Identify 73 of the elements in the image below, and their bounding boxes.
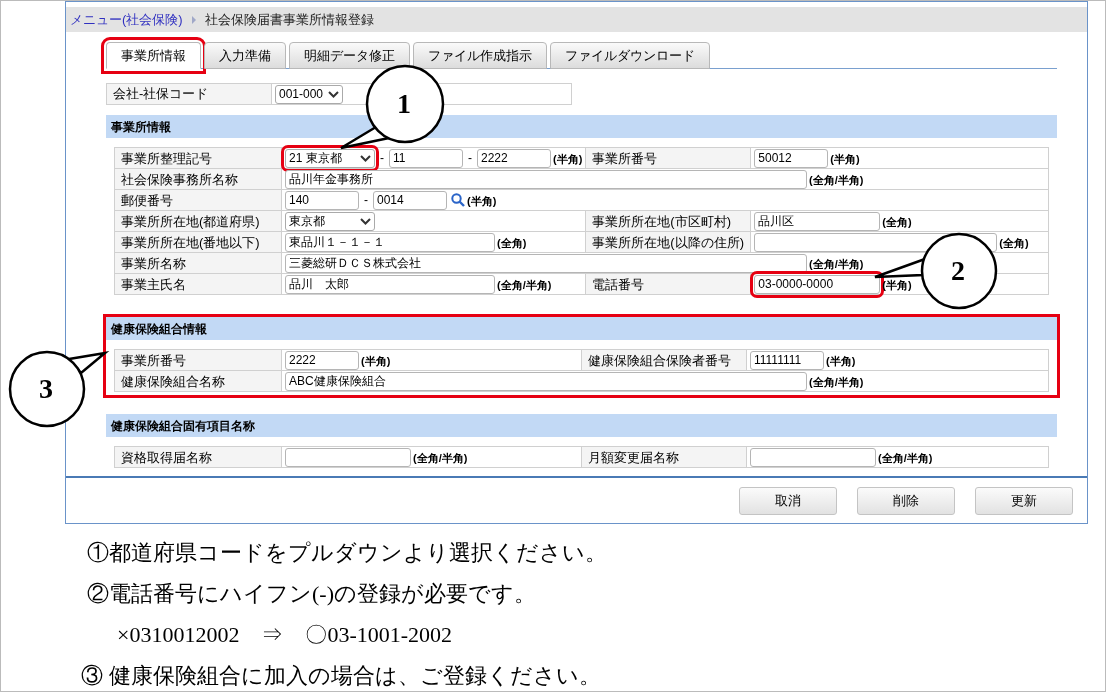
dash-text: - bbox=[380, 150, 384, 167]
field-label: 事業主氏名 bbox=[114, 273, 282, 295]
input-hint: (全角/半角) bbox=[809, 375, 864, 391]
input-hint: (半角) bbox=[882, 278, 912, 294]
tab[interactable]: 明細データ修正 bbox=[289, 42, 410, 69]
input-field[interactable]: 11111111 bbox=[750, 350, 824, 370]
field-label: 事業所整理記号 bbox=[114, 147, 282, 169]
input-field[interactable]: 140 bbox=[285, 190, 359, 210]
input-field[interactable]: 品川 太郎 bbox=[285, 274, 495, 294]
tab[interactable]: 入力準備 bbox=[204, 42, 286, 69]
field-label: 事業所名称 bbox=[114, 252, 282, 274]
field-label: 月額変更届名称 bbox=[581, 446, 747, 468]
input-field[interactable]: 品川年金事務所 bbox=[285, 169, 807, 189]
input-field[interactable]: 品川区 bbox=[754, 211, 881, 231]
input-hint: (全角/半角) bbox=[413, 451, 468, 467]
instruction-text: ③ 健康保険組合に加入の場合は、ご登録ください。 bbox=[81, 662, 602, 690]
field-label: 健康保険組合保険者番号 bbox=[581, 349, 747, 371]
action-button[interactable]: 更新 bbox=[975, 486, 1073, 515]
tab[interactable]: ファイルダウンロード bbox=[550, 42, 710, 69]
callout-number: 1 bbox=[397, 90, 411, 118]
input-field[interactable]: 東品川１－１－１ bbox=[285, 232, 495, 252]
field-label: 健康保険組合名称 bbox=[114, 370, 282, 392]
dropdown[interactable]: 001-000 bbox=[275, 84, 343, 104]
input-field[interactable]: 三菱総研ＤＣＳ株式会社 bbox=[285, 253, 807, 273]
dropdown[interactable]: 東京都 bbox=[285, 211, 375, 231]
tab[interactable]: ファイル作成指示 bbox=[413, 42, 547, 69]
input-field[interactable]: 0014 bbox=[373, 190, 447, 210]
action-button[interactable]: 削除 bbox=[857, 486, 955, 515]
field-label: 事業所番号 bbox=[585, 147, 751, 169]
section-header: 健康保険組合情報 bbox=[106, 317, 1057, 340]
input-hint: (全角) bbox=[999, 236, 1029, 252]
input-hint: (全角/半角) bbox=[809, 173, 864, 189]
instruction-text: ×0310012002 ⇒ 〇03-1001-2002 bbox=[116, 621, 454, 649]
input-field[interactable]: 2222 bbox=[285, 350, 359, 370]
field-label: 事業所所在地(番地以下) bbox=[114, 231, 282, 253]
input-hint: (半角) bbox=[361, 354, 391, 370]
input-field[interactable]: 2222 bbox=[477, 148, 551, 168]
input-field[interactable] bbox=[285, 447, 411, 467]
input-hint: (全角/半角) bbox=[497, 278, 552, 294]
input-field[interactable]: ABC健康保険組合 bbox=[285, 371, 807, 391]
section-header: 健康保険組合固有項目名称 bbox=[106, 414, 1057, 437]
breadcrumb-link[interactable]: メニュー(社会保険) bbox=[70, 9, 183, 30]
breadcrumb-separator-icon bbox=[190, 15, 197, 24]
section-header: 事業所情報 bbox=[106, 115, 1057, 138]
search-icon[interactable] bbox=[451, 193, 465, 207]
input-hint: (全角/半角) bbox=[809, 257, 864, 273]
field-label: 社会保険事務所名称 bbox=[114, 168, 282, 190]
input-field[interactable]: 11 bbox=[389, 148, 463, 168]
chevron-down-icon bbox=[328, 90, 339, 98]
chevron-down-icon bbox=[360, 217, 371, 225]
dash-text: - bbox=[364, 192, 368, 209]
input-hint: (全角) bbox=[882, 215, 912, 231]
field-label: 会社-社保コード bbox=[107, 84, 272, 104]
chevron-down-icon bbox=[360, 154, 371, 162]
field-label: 郵便番号 bbox=[114, 189, 282, 211]
input-field[interactable] bbox=[750, 447, 876, 467]
input-hint: (半角) bbox=[553, 152, 583, 168]
field-label: 資格取得届名称 bbox=[114, 446, 282, 468]
field-label: 事業所所在地(都道府県) bbox=[114, 210, 282, 232]
input-hint: (半角) bbox=[467, 194, 497, 210]
callout-number: 2 bbox=[951, 257, 965, 285]
input-hint: (全角/半角) bbox=[878, 451, 933, 467]
input-field[interactable]: 50012 bbox=[754, 148, 829, 168]
input-hint: (半角) bbox=[826, 354, 856, 370]
dash-text: - bbox=[468, 150, 472, 167]
instruction-text: ②電話番号にハイフン(-)の登録が必要です。 bbox=[86, 580, 537, 608]
input-hint: (全角) bbox=[497, 236, 527, 252]
field-label: 事業所番号 bbox=[114, 349, 282, 371]
action-button[interactable]: 取消 bbox=[739, 486, 837, 515]
instruction-text: ①都道府県コードをプルダウンより選択ください。 bbox=[86, 539, 607, 567]
callout-number: 3 bbox=[39, 375, 53, 403]
breadcrumb-title: 社会保険届書事業所情報登録 bbox=[204, 10, 374, 29]
input-hint: (半角) bbox=[830, 152, 860, 168]
